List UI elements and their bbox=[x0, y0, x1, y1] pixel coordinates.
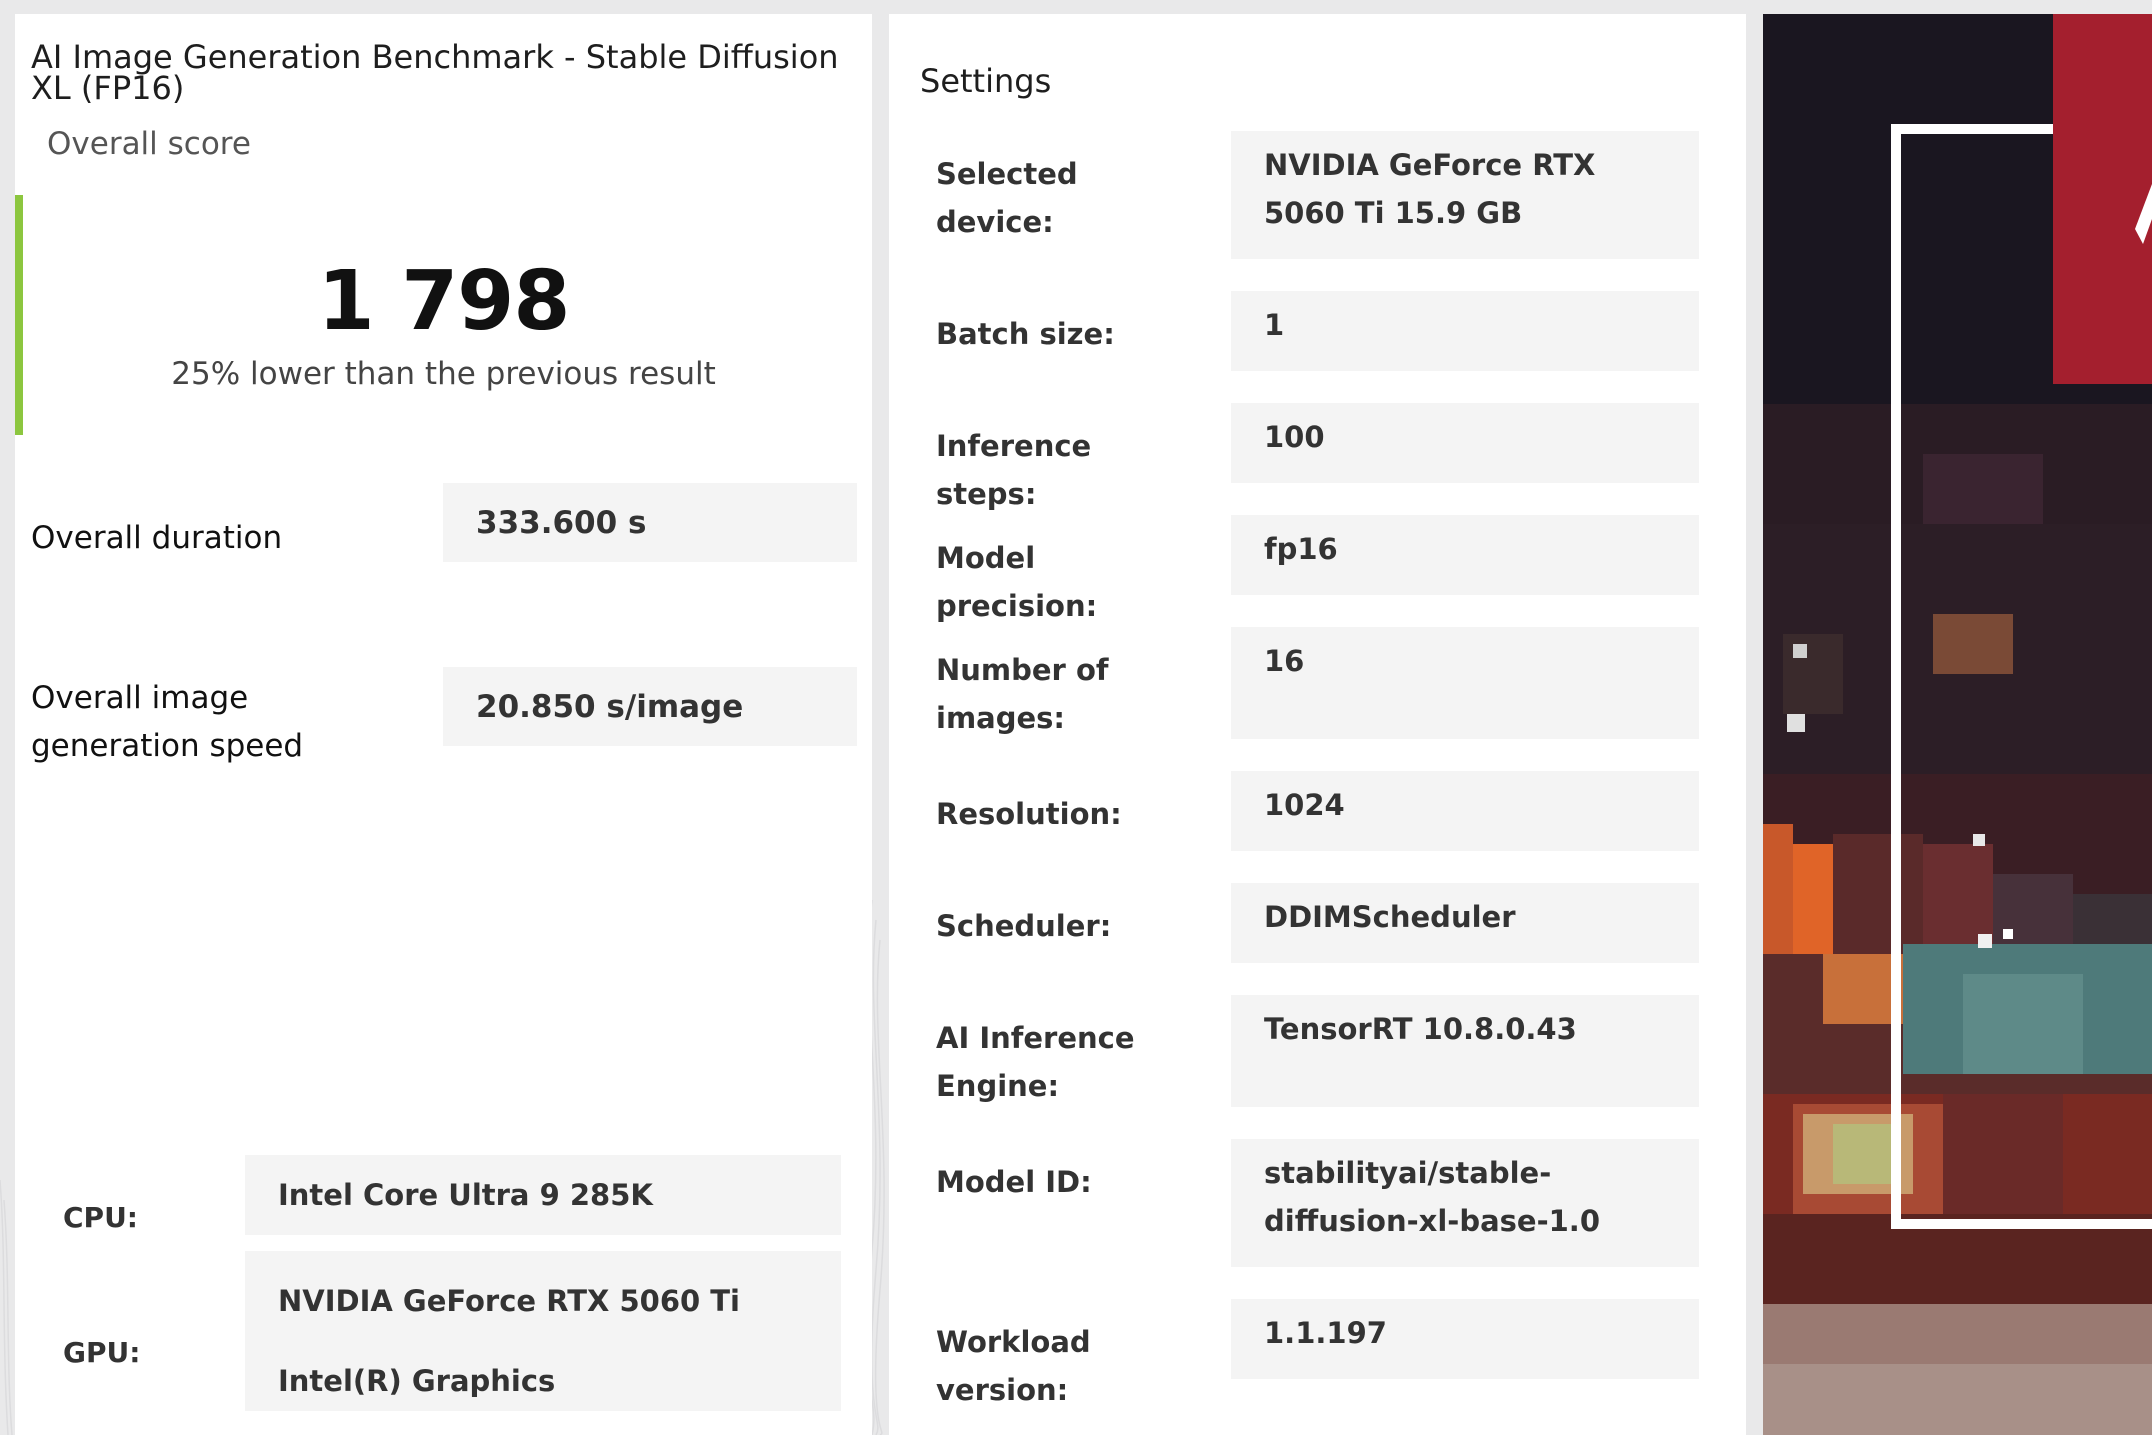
settings-title: Settings bbox=[920, 62, 1052, 100]
overall-score-value: 1 798 bbox=[317, 254, 571, 349]
model-precision-label: Model precision: bbox=[936, 541, 1098, 623]
inference-steps-value: 100 bbox=[1231, 403, 1699, 483]
scheduler-value: DDIMScheduler bbox=[1231, 883, 1699, 963]
ai-inference-engine-label: AI Inference Engine: bbox=[936, 1021, 1135, 1103]
resolution-value: 1024 bbox=[1231, 771, 1699, 851]
scheduler-label: Scheduler: bbox=[936, 909, 1112, 943]
settings-panel: Settings Selected device: NVIDIA GeForce… bbox=[889, 14, 1746, 1435]
gpu-value-primary: NVIDIA GeForce RTX 5060 Ti bbox=[278, 1284, 740, 1318]
image-generation-speed-value: 20.850 s/image bbox=[443, 667, 857, 746]
red-accent-block bbox=[2053, 14, 2152, 384]
inference-steps-label: Inference steps: bbox=[936, 429, 1092, 511]
overall-score-label: Overall score bbox=[47, 126, 251, 162]
selected-device-value: NVIDIA GeForce RTX 5060 Ti 15.9 GB bbox=[1231, 131, 1699, 259]
ai-inference-engine-value: TensorRT 10.8.0.43 bbox=[1231, 995, 1699, 1107]
image-generation-speed-label: Overall image generation speed bbox=[31, 680, 304, 764]
model-id-label: Model ID: bbox=[936, 1165, 1092, 1199]
model-id-value: stabilityai/stable-diffusion-xl-base-1.0 bbox=[1231, 1139, 1699, 1267]
gpu-value-secondary: Intel(R) Graphics bbox=[278, 1364, 556, 1398]
artwork-svg bbox=[1763, 14, 2152, 1435]
number-of-images-label: Number of images: bbox=[936, 653, 1109, 735]
selected-device-label: Selected device: bbox=[936, 157, 1078, 239]
cpu-label: CPU: bbox=[63, 1201, 139, 1234]
overall-duration-label: Overall duration bbox=[31, 520, 283, 556]
score-comparison-text: 25% lower than the previous result bbox=[171, 356, 716, 392]
number-of-images-value: 16 bbox=[1231, 627, 1699, 739]
batch-size-value: 1 bbox=[1231, 291, 1699, 371]
workload-version-value: 1.1.197 bbox=[1231, 1299, 1699, 1379]
workload-version-label: Workload version: bbox=[936, 1325, 1091, 1407]
model-precision-value: fp16 bbox=[1231, 515, 1699, 595]
gpu-value-box: NVIDIA GeForce RTX 5060 Ti Intel(R) Grap… bbox=[245, 1251, 841, 1411]
result-panel: AI Image Generation Benchmark - Stable D… bbox=[15, 14, 872, 1435]
cpu-value: Intel Core Ultra 9 285K bbox=[245, 1155, 841, 1235]
benchmark-title: AI Image Generation Benchmark - Stable D… bbox=[31, 38, 839, 107]
resolution-label: Resolution: bbox=[936, 797, 1122, 831]
pixelated-artwork-image bbox=[1763, 14, 2152, 1435]
gpu-label: GPU: bbox=[63, 1336, 141, 1369]
overall-duration-value: 333.600 s bbox=[443, 483, 857, 562]
batch-size-label: Batch size: bbox=[936, 317, 1115, 351]
